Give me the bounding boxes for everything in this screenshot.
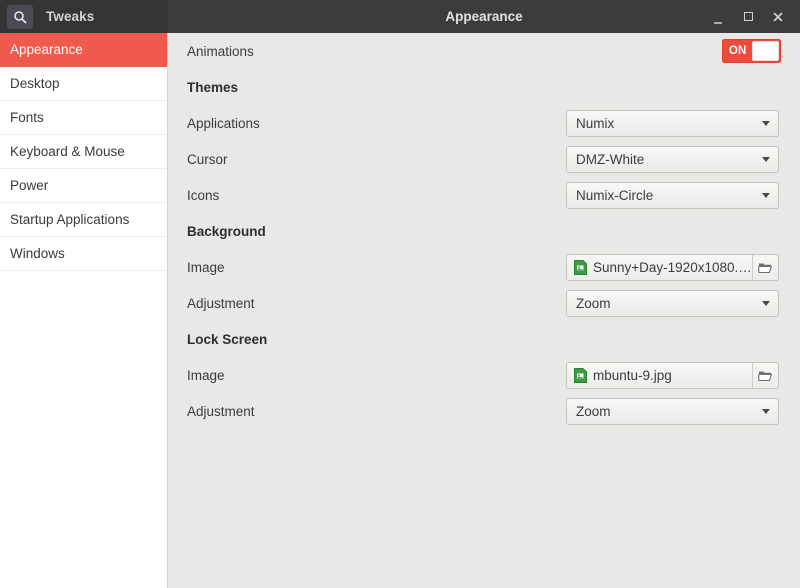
lockscreen-image-label: Image xyxy=(187,367,225,383)
icons-dropdown[interactable]: Numix-Circle xyxy=(566,181,779,209)
sidebar-item-keyboard-mouse[interactable]: Keyboard & Mouse xyxy=(0,135,167,169)
sidebar-item-desktop[interactable]: Desktop xyxy=(0,67,167,101)
icons-value: Numix-Circle xyxy=(576,187,654,203)
open-folder-icon[interactable] xyxy=(752,362,778,388)
applications-dropdown[interactable]: Numix xyxy=(566,109,779,137)
sidebar-item-startup-applications[interactable]: Startup Applications xyxy=(0,203,167,237)
row-icons: Icons Numix-Circle xyxy=(187,177,781,213)
chevron-down-icon xyxy=(762,120,770,126)
row-lockscreen-adjustment: Adjustment Zoom xyxy=(187,393,781,429)
background-adjustment-control: Zoom xyxy=(566,289,779,317)
applications-label: Applications xyxy=(187,115,260,131)
background-adjustment-value: Zoom xyxy=(576,295,611,311)
cursor-value: DMZ-White xyxy=(576,151,645,167)
open-folder-icon[interactable] xyxy=(752,254,778,280)
image-file-icon xyxy=(574,259,587,275)
sidebar-item-appearance[interactable]: Appearance xyxy=(0,33,167,67)
sidebar: Appearance Desktop Fonts Keyboard & Mous… xyxy=(0,33,168,588)
applications-value: Numix xyxy=(576,115,615,131)
sidebar-item-label: Startup Applications xyxy=(10,212,130,227)
sidebar-item-label: Appearance xyxy=(10,42,83,57)
cursor-dropdown[interactable]: DMZ-White xyxy=(566,145,779,173)
background-image-filename: Sunny+Day-1920x1080.jpg xyxy=(593,259,752,275)
row-background-adjustment: Adjustment Zoom xyxy=(187,285,781,321)
lockscreen-image-control: mbuntu-9.jpg xyxy=(566,361,779,389)
icons-label: Icons xyxy=(187,187,220,203)
sidebar-item-windows[interactable]: Windows xyxy=(0,237,167,271)
animations-label: Animations xyxy=(187,43,254,59)
sidebar-item-label: Windows xyxy=(10,246,65,261)
lockscreen-image-filename: mbuntu-9.jpg xyxy=(593,367,672,383)
sidebar-item-fonts[interactable]: Fonts xyxy=(0,101,167,135)
toggle-knob xyxy=(752,41,779,61)
window-body: Appearance Desktop Fonts Keyboard & Mous… xyxy=(0,33,800,588)
sidebar-item-label: Power xyxy=(10,178,49,193)
titlebar-sidebar-header: Tweaks xyxy=(0,0,168,33)
lockscreen-image-filechooser-main[interactable]: mbuntu-9.jpg xyxy=(567,367,752,383)
row-applications: Applications Numix xyxy=(187,105,781,141)
sidebar-item-label: Desktop xyxy=(10,76,60,91)
themes-heading: Themes xyxy=(187,79,239,95)
background-heading: Background xyxy=(187,223,266,239)
minimize-button[interactable] xyxy=(708,7,728,27)
image-file-icon xyxy=(574,367,587,383)
lock-screen-heading: Lock Screen xyxy=(187,331,268,347)
animations-toggle-state: ON xyxy=(728,45,747,57)
cursor-label: Cursor xyxy=(187,151,228,167)
sidebar-item-label: Keyboard & Mouse xyxy=(10,144,125,159)
search-icon[interactable] xyxy=(7,4,33,29)
chevron-down-icon xyxy=(762,156,770,162)
background-image-filechooser-main[interactable]: Sunny+Day-1920x1080.jpg xyxy=(567,259,752,275)
lockscreen-adjustment-label: Adjustment xyxy=(187,403,255,419)
background-image-control: Sunny+Day-1920x1080.jpg xyxy=(566,253,779,281)
window-controls xyxy=(708,7,800,27)
app-title: Tweaks xyxy=(46,9,95,24)
background-image-label: Image xyxy=(187,259,225,275)
chevron-down-icon xyxy=(762,300,770,306)
lockscreen-image-filechooser[interactable]: mbuntu-9.jpg xyxy=(566,361,779,389)
cursor-control: DMZ-White xyxy=(566,145,779,173)
titlebar-main: Appearance xyxy=(168,0,800,33)
row-animations: Animations ON xyxy=(187,33,781,69)
animations-toggle[interactable]: ON xyxy=(722,39,781,63)
chevron-down-icon xyxy=(762,192,770,198)
maximize-button[interactable] xyxy=(738,7,758,27)
row-background-image: Image Sunny+Day-1920x1080.jpg xyxy=(187,249,781,285)
background-adjustment-label: Adjustment xyxy=(187,295,255,311)
lockscreen-adjustment-value: Zoom xyxy=(576,403,611,419)
lockscreen-adjustment-dropdown[interactable]: Zoom xyxy=(566,397,779,425)
sidebar-item-power[interactable]: Power xyxy=(0,169,167,203)
lockscreen-adjustment-control: Zoom xyxy=(566,397,779,425)
background-image-filechooser[interactable]: Sunny+Day-1920x1080.jpg xyxy=(566,253,779,281)
sidebar-item-label: Fonts xyxy=(10,110,44,125)
row-lockscreen-image: Image mbuntu-9.jpg xyxy=(187,357,781,393)
close-button[interactable] xyxy=(768,7,788,27)
window-title: Appearance xyxy=(445,9,523,24)
maximize-icon xyxy=(743,12,753,21)
tweaks-window: Tweaks Appearance Appearance Desktop Fon… xyxy=(0,0,800,588)
chevron-down-icon xyxy=(762,408,770,414)
titlebar: Tweaks Appearance xyxy=(0,0,800,33)
applications-control: Numix xyxy=(566,109,779,137)
row-cursor: Cursor DMZ-White xyxy=(187,141,781,177)
settings-panel: Animations ON Themes Applications Numix xyxy=(168,33,800,588)
icons-control: Numix-Circle xyxy=(566,181,779,209)
background-adjustment-dropdown[interactable]: Zoom xyxy=(566,289,779,317)
